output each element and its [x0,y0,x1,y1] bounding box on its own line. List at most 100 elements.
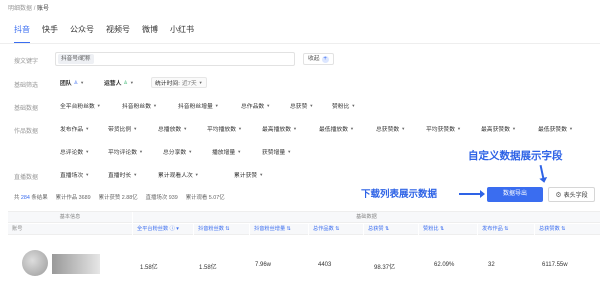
chip-avg-comments[interactable]: 平均评论数 ▼ [108,146,143,157]
chevron-down-icon: ▼ [153,103,157,108]
chip-label: 直播场次 [60,173,84,179]
chip-all-platform-fans[interactable]: 全平台粉丝数 ▼ [60,100,101,111]
annotation-custom-fields: 自定义数据展示字段 [468,150,563,162]
chevron-down-icon: ▼ [350,126,354,131]
breadcrumb-current: 账号 [37,6,50,12]
column-header-published-works[interactable]: 发布作品 ⇅ [478,224,534,235]
cell-douyin-fans-growth: 7.96w [255,262,272,268]
chip-total-live-likes[interactable]: 累计获赞 ▼ [234,169,263,180]
chip-douyin-fans-growth[interactable]: 抖音粉丝增量 ▼ [178,100,219,111]
chevron-down-icon: ▼ [80,80,85,85]
annotation-download: 下载列表展示数据 [361,189,438,200]
chip-like-growth[interactable]: 获赞增量 ▼ [262,146,291,157]
chip-play-growth[interactable]: 播放增量 ▼ [212,146,241,157]
stat-time-value: 近7天 [181,81,197,87]
tab-official-account[interactable]: 公众号 [70,24,94,35]
chip-live-sessions[interactable]: 直播场次 ▼ [60,169,89,180]
tab-weibo[interactable]: 微博 [142,24,158,35]
avatar[interactable] [22,250,48,276]
column-header-total-works[interactable]: 总作品数 ⇅ [309,224,363,235]
chevron-down-icon: ▼ [266,103,271,108]
chip-label: 最低播放数 [319,127,348,133]
column-header-douyin-fans[interactable]: 抖音粉丝数 ⇅ [194,224,249,235]
collapse-button[interactable]: 收起 + [303,53,334,65]
result-summary: 共 284 条结果 累计作品 3689 累计获赞 2.88亿 直播场次 939 … [14,193,225,201]
column-header-all-platform-fans[interactable]: 全平台粉丝数 ⓘ ▾ [133,224,193,235]
result-count: 共 284 条结果 [14,193,48,201]
chip-sales-ratio[interactable]: 带货比例 ▼ [108,123,137,134]
collapse-label: 收起 [308,55,320,62]
chip-total-works[interactable]: 总作品数 ▼ [241,100,270,111]
count-value: 284 [20,195,30,201]
arrow-down-icon [539,164,545,180]
chevron-down-icon: ▼ [133,126,138,131]
tab-kuaishou[interactable]: 快手 [42,24,58,35]
chevron-down-icon: ▼ [457,126,461,131]
chip-label: 抖音粉丝数 [122,104,151,110]
chip-min-likes[interactable]: 最低获赞数 ▼ [538,123,573,134]
works-data-label: 作品数据 [14,129,39,135]
column-header-total-likes[interactable]: 总获赞 ⇅ [364,224,418,235]
stat-works-label: 累计作品 [55,195,78,201]
column-header-douyin-fans-growth[interactable]: 抖音粉丝增量 ⇅ [250,224,308,235]
chevron-down-icon: ▼ [85,126,90,131]
chip-douyin-fans[interactable]: 抖音粉丝数 ▼ [122,100,157,111]
column-header-account[interactable]: 账号 [8,224,132,235]
basic-filter-label: 基础筛选 [14,83,39,89]
chip-total-likes-works[interactable]: 总获赞数 ▼ [376,123,405,134]
chip-avg-likes[interactable]: 平均获赞数 ▼ [426,123,461,134]
cell-douyin-fans: 1.58亿 [199,265,217,271]
chip-avg-plays[interactable]: 平均播放数 ▼ [207,123,242,134]
tab-channels[interactable]: 视频号 [106,24,130,35]
chip-live-duration[interactable]: 直播时长 ▼ [108,169,137,180]
breadcrumb-parent[interactable]: 明细数据 [8,6,32,12]
chip-like-fan-ratio[interactable]: 赞粉比 ▼ [332,100,355,111]
chevron-down-icon: ▼ [194,172,199,177]
chip-total-comments[interactable]: 总评论数 ▼ [60,146,89,157]
column-header-like-fan-ratio[interactable]: 赞粉比 ⇅ [419,224,477,235]
tab-xiaohongshu[interactable]: 小红书 [170,24,194,35]
chevron-down-icon: ▼ [214,103,219,108]
chip-label: 平均评论数 [108,150,137,156]
stat-likes-value: 2.88亿 [121,195,138,201]
chip-max-likes[interactable]: 最高获赞数 ▼ [481,123,516,134]
chevron-down-icon: ▼ [198,80,203,85]
chip-total-shares[interactable]: 总分享数 ▼ [163,146,192,157]
stat-views-value: 5.07亿 [208,195,225,201]
search-type-tag[interactable]: 抖音号/昵称 [58,54,94,64]
group-basic-info: 基本信息 [8,212,132,223]
breadcrumb: 明细数据 / 账号 [8,3,49,12]
chevron-down-icon: ▼ [512,126,516,131]
chevron-down-icon: ▼ [237,149,242,154]
operator-filter[interactable]: 运营人 ♙ ▼ [104,77,134,88]
chip-label: 最高播放数 [262,127,291,133]
cell-total-works: 4403 [318,262,332,268]
stat-likes-label: 累计获赞 [98,195,121,201]
column-header-total-likes-works[interactable]: 总获赞数 ⇅ [535,224,600,235]
tab-douyin[interactable]: 抖音 [14,24,30,44]
stat-time-filter[interactable]: 统计时间: 近7天 ▼ [151,77,207,88]
chip-label: 直播时长 [108,173,132,179]
chip-label: 总分享数 [163,150,187,156]
export-button[interactable]: 数据导出 [487,187,543,202]
chip-max-plays[interactable]: 最高播放数 ▼ [262,123,297,134]
chip-label: 最高获赞数 [481,127,510,133]
chip-min-plays[interactable]: 最低播放数 ▼ [319,123,354,134]
chip-total-likes[interactable]: 总获赞 ▼ [290,100,313,111]
account-name-redacted[interactable] [52,254,100,274]
plus-icon: + [321,55,329,63]
count-suffix: 条结果 [31,195,48,201]
stat-views: 累计观看 5.07亿 [186,193,225,201]
table-fields-button[interactable]: ⚙ 表头字段 [548,187,595,202]
chip-label: 播放增量 [212,150,236,156]
chip-published-works[interactable]: 发布作品 ▼ [60,123,89,134]
cell-all-platform-fans: 1.58亿 [140,265,158,271]
chip-total-viewers[interactable]: 累计观看人次 ▼ [158,169,199,180]
breadcrumb-separator: / [33,6,36,12]
chip-label: 带货比例 [108,127,132,133]
chevron-down-icon: ▼ [129,80,134,85]
team-filter[interactable]: 团队 ♙ ▼ [60,77,84,88]
chip-total-plays[interactable]: 总播放数 ▼ [158,123,187,134]
search-input[interactable]: 抖音号/昵称 [55,52,295,66]
chevron-down-icon: ▼ [85,172,90,177]
